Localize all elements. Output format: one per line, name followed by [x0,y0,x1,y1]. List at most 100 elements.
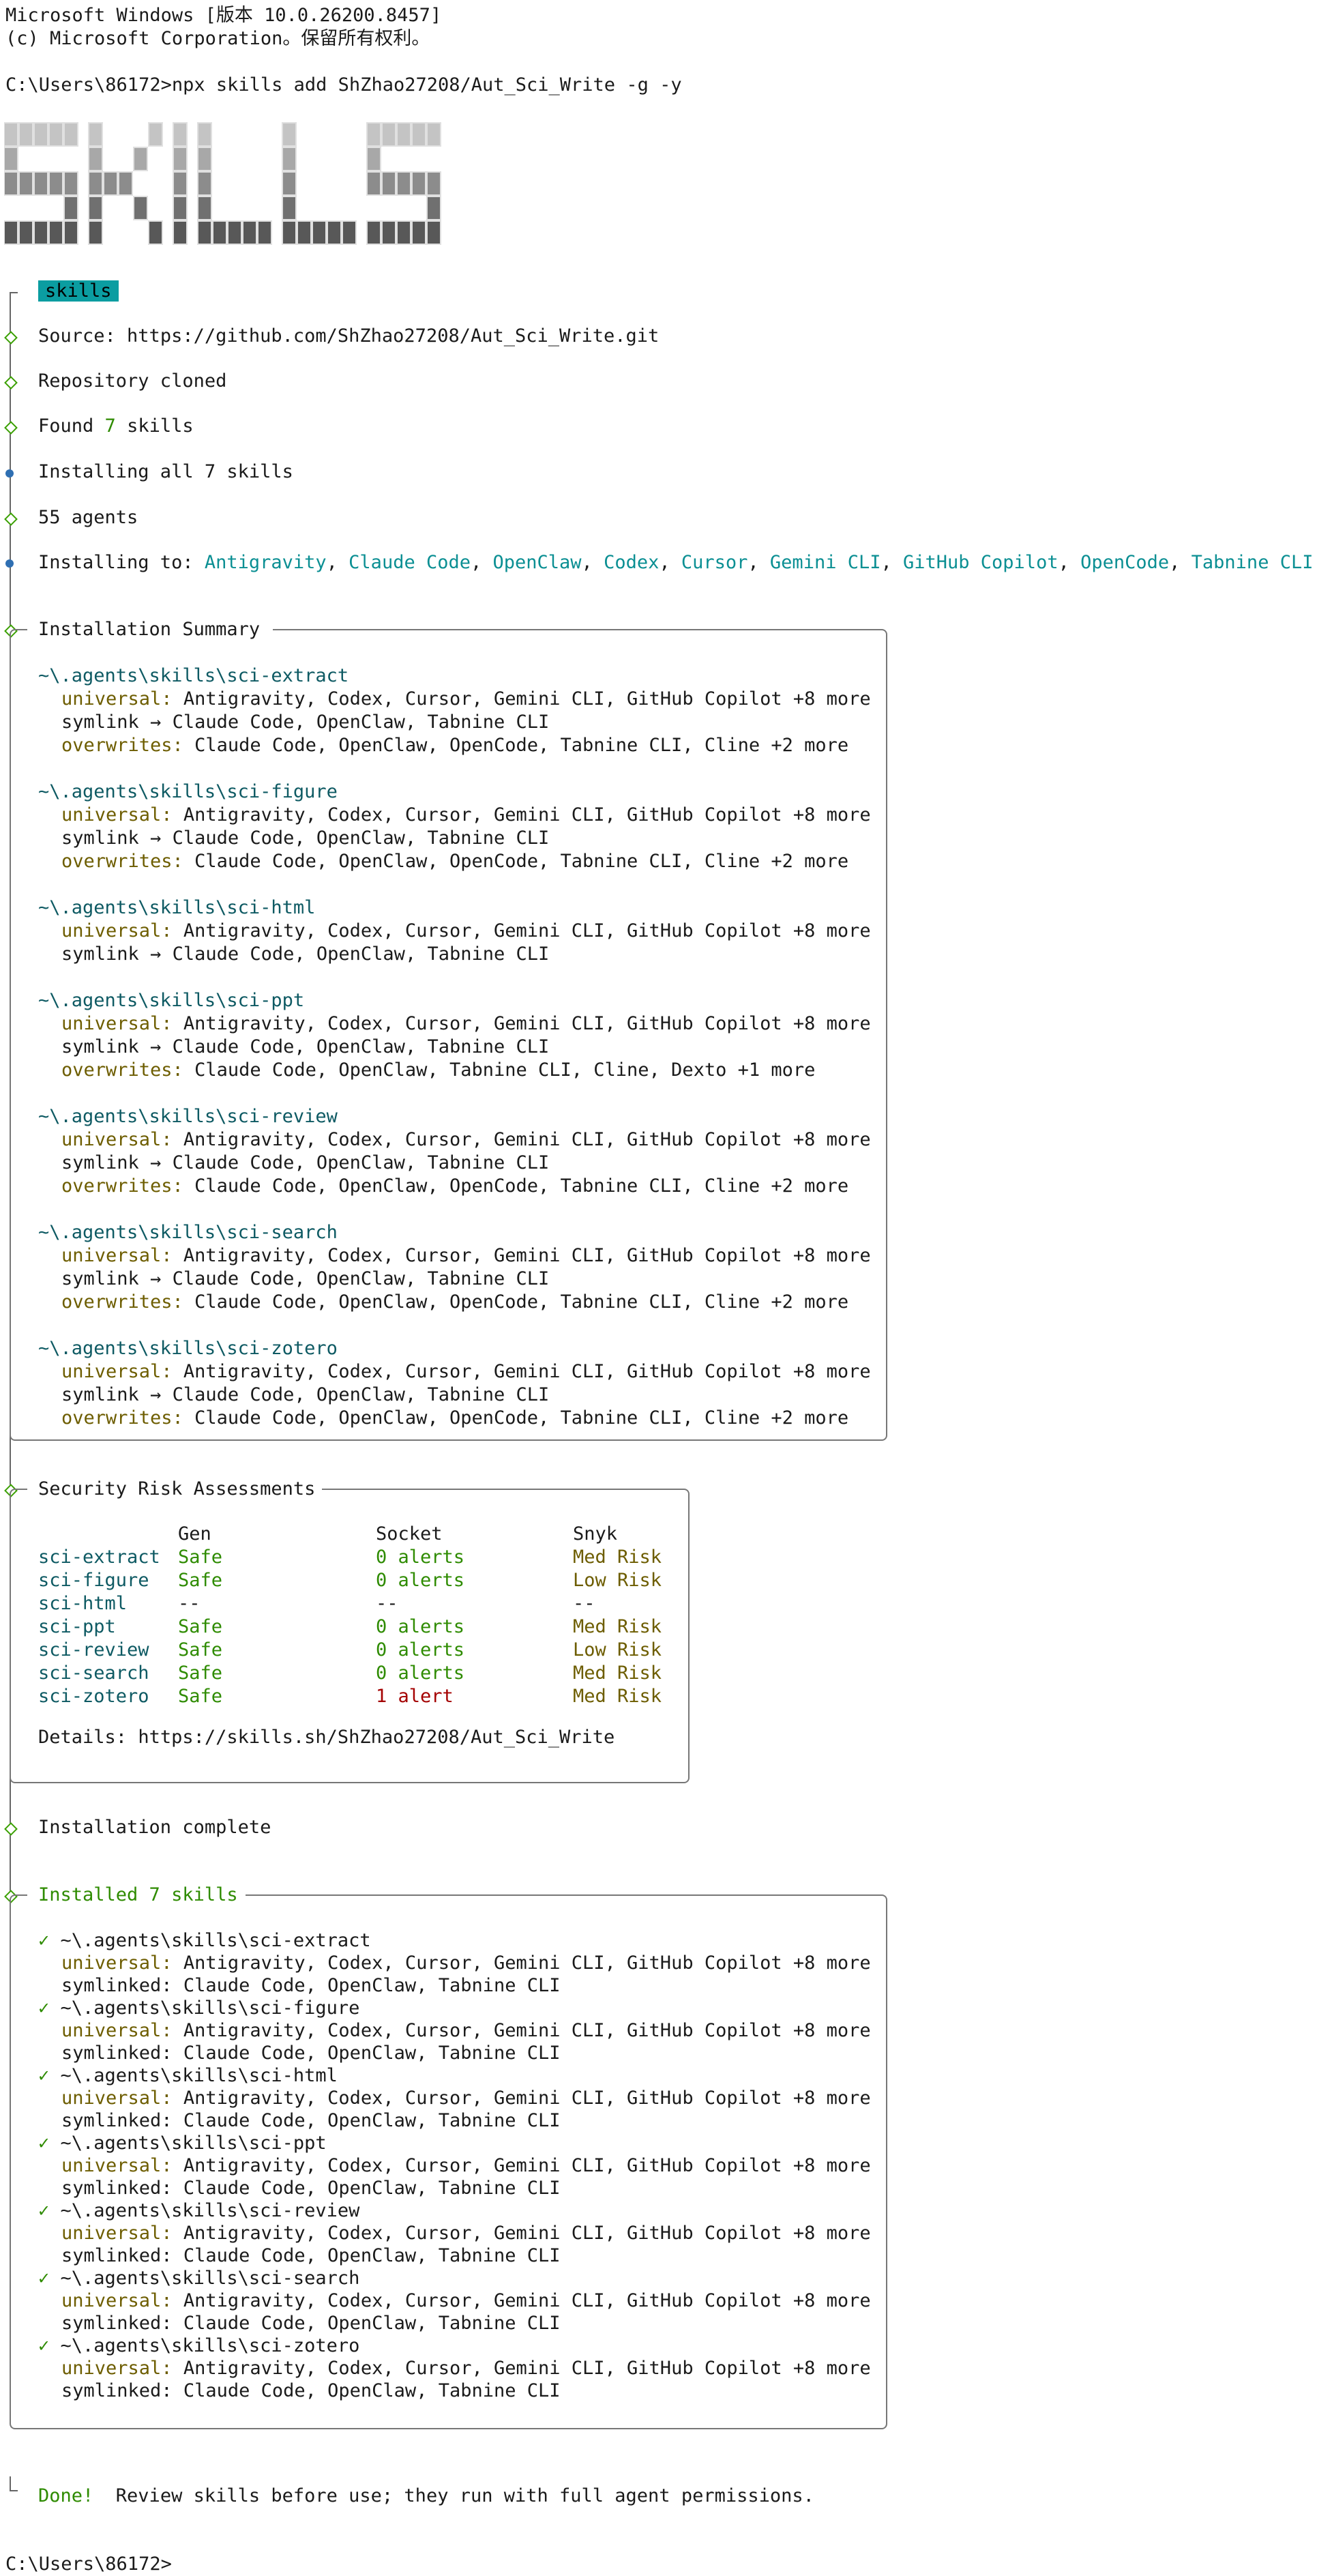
target-agent: Gemini CLI [769,552,881,573]
installed-universal-line: universal: Antigravity, Codex, Cursor, G… [61,1952,871,1974]
summary-title: Installation Summary [38,619,261,640]
summary-universal-line: universal: Antigravity, Codex, Cursor, G… [61,1013,871,1034]
security-row-name: sci-zotero [38,1686,149,1707]
skills-logo-art [4,122,441,245]
target-agent: Tabnine CLI [1191,552,1314,573]
installed-universal-line: universal: Antigravity, Codex, Cursor, G… [61,2223,871,2244]
target-agent: GitHub Copilot [903,552,1059,573]
done-label: Done! [38,2485,94,2506]
security-row-snyk: -- [573,1593,595,1614]
installed-symlinked-line: symlinked: Claude Code, OpenClaw, Tabnin… [61,2380,561,2401]
copyright-line: (c) Microsoft Corporation。保留所有权利。 [5,28,430,49]
step-diamond-icon [4,1822,18,1836]
check-icon: ✓ [38,2133,50,2154]
target-agents-list: Antigravity, Claude Code, OpenClaw, Code… [204,552,1314,573]
step-active-dot-icon [5,559,14,568]
target-agent: Claude Code [349,552,471,573]
security-row-gen: Safe [178,1616,223,1637]
skills-badge: skills [38,280,119,303]
summary-universal-line: universal: Antigravity, Codex, Cursor, G… [61,1361,871,1382]
security-row-gen: Safe [178,1570,223,1591]
step-diamond-icon [4,331,18,345]
installed-skill-path: ✓ ~\.agents\skills\sci-search [38,2268,360,2289]
installing-to-line: Installing to: Antigravity, Claude Code,… [38,552,1314,573]
target-agent: Antigravity [204,552,327,573]
details-line: Details: https://skills.sh/ShZhao27208/A… [38,1727,615,1748]
installed-skill-path: ✓ ~\.agents\skills\sci-figure [38,1997,360,2019]
installed-skill-path: ✓ ~\.agents\skills\sci-extract [38,1930,371,1951]
security-row-name: sci-search [38,1663,149,1684]
installed-skill-path: ✓ ~\.agents\skills\sci-html [38,2065,338,2086]
target-agent: OpenCode [1080,552,1170,573]
check-icon: ✓ [38,1997,50,2019]
prompt: C:\Users\86172> [5,74,172,96]
security-row-name: sci-figure [38,1570,149,1591]
skills-logo [4,122,441,245]
summary-skill-path: ~\.agents\skills\sci-review [38,1106,338,1127]
check-icon: ✓ [38,2200,50,2221]
security-row-gen: Safe [178,1639,223,1660]
installed-symlinked-line: symlinked: Claude Code, OpenClaw, Tabnin… [61,2178,561,2199]
final-prompt[interactable]: C:\Users\86172> [5,2553,172,2576]
terminal-window[interactable]: Microsoft Windows [版本 10.0.26200.8457] (… [0,0,1332,2575]
agents-count-line: 55 agents [38,507,138,528]
installation-complete-line: Installation complete [38,1817,271,1838]
summary-symlink-line: symlink → Claude Code, OpenClaw, Tabnine… [61,828,550,849]
done-message: Review skills before use; they run with … [93,2485,814,2506]
installed-universal-line: universal: Antigravity, Codex, Cursor, G… [61,2358,871,2379]
check-icon: ✓ [38,2268,50,2289]
summary-overwrites-line: overwrites: Claude Code, OpenClaw, OpenC… [61,1291,849,1313]
command-text: npx skills add ShZhao27208/Aut_Sci_Write… [171,74,682,96]
target-agent: Codex [604,552,660,573]
security-row-snyk: Med Risk [573,1686,662,1707]
security-row-socket: 1 alert [376,1686,454,1707]
security-row-socket: 0 alerts [376,1616,465,1637]
installed-skill-path: ✓ ~\.agents\skills\sci-zotero [38,2335,360,2356]
summary-symlink-line: symlink → Claude Code, OpenClaw, Tabnine… [61,1152,550,1173]
summary-universal-line: universal: Antigravity, Codex, Cursor, G… [61,804,871,825]
security-row-name: sci-html [38,1593,128,1614]
summary-skill-path: ~\.agents\skills\sci-extract [38,665,349,686]
installed-universal-line: universal: Antigravity, Codex, Cursor, G… [61,2155,871,2176]
found-skills-line: Found 7 skills [38,415,194,437]
summary-symlink-line: symlink → Claude Code, OpenClaw, Tabnine… [61,1268,550,1289]
os-version-line: Microsoft Windows [版本 10.0.26200.8457] [5,5,442,26]
summary-skill-path: ~\.agents\skills\sci-figure [38,781,338,802]
summary-skill-path: ~\.agents\skills\sci-ppt [38,990,305,1011]
summary-symlink-line: symlink → Claude Code, OpenClaw, Tabnine… [61,1384,550,1405]
security-row-name: sci-extract [38,1547,160,1568]
security-row-socket: -- [376,1593,398,1614]
security-row-snyk: Med Risk [573,1616,662,1637]
summary-skill-path: ~\.agents\skills\sci-zotero [38,1338,338,1359]
installed-skill-path: ✓ ~\.agents\skills\sci-ppt [38,2133,327,2154]
installed-symlinked-line: symlinked: Claude Code, OpenClaw, Tabnin… [61,1975,561,1996]
source-url[interactable]: https://github.com/ShZhao27208/Aut_Sci_W… [127,325,659,347]
summary-overwrites-line: overwrites: Claude Code, OpenClaw, OpenC… [61,1175,849,1197]
summary-universal-line: universal: Antigravity, Codex, Cursor, G… [61,688,871,709]
summary-skill-path: ~\.agents\skills\sci-search [38,1222,338,1243]
summary-overwrites-line: overwrites: Claude Code, OpenClaw, OpenC… [61,851,849,872]
installed-universal-line: universal: Antigravity, Codex, Cursor, G… [61,2088,871,2109]
details-url[interactable]: https://skills.sh/ShZhao27208/Aut_Sci_Wr… [138,1727,615,1748]
security-row-name: sci-review [38,1639,149,1660]
summary-symlink-line: symlink → Claude Code, OpenClaw, Tabnine… [61,712,550,733]
security-row-gen: Safe [178,1663,223,1684]
target-agent: Cursor [681,552,748,573]
done-line: Done! Review skills before use; they run… [38,2485,814,2508]
step-diamond-icon [4,376,18,390]
installed-universal-line: universal: Antigravity, Codex, Cursor, G… [61,2290,871,2311]
security-row-gen: Safe [178,1686,223,1707]
security-row-snyk: Low Risk [573,1639,662,1660]
check-icon: ✓ [38,2335,50,2356]
check-icon: ✓ [38,2065,50,2086]
source-line: Source: https://github.com/ShZhao27208/A… [38,325,660,347]
security-row-socket: 0 alerts [376,1547,465,1568]
security-row-socket: 0 alerts [376,1639,465,1660]
step-active-dot-icon [5,469,14,478]
col-socket-header: Socket [376,1523,443,1545]
installed-symlinked-line: symlinked: Claude Code, OpenClaw, Tabnin… [61,2110,561,2131]
security-row-gen: -- [178,1593,201,1614]
summary-skill-path: ~\.agents\skills\sci-html [38,897,316,918]
step-diamond-icon [4,512,18,526]
step-diamond-icon [4,421,18,435]
